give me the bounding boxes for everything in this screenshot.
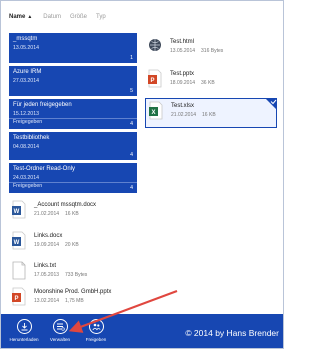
svg-text:P: P [150, 78, 154, 84]
file-size: 36 KB [201, 80, 215, 86]
word-file-icon: W [12, 231, 26, 250]
file-name: Test.pptx [170, 71, 195, 77]
file-date: 18.09.2014 [170, 80, 196, 86]
file-meta: 21.02.2014 16 KB [171, 112, 216, 118]
word-file-icon: W [12, 200, 26, 219]
svg-text:W: W [14, 240, 20, 246]
svg-text:X: X [151, 110, 155, 116]
file-item[interactable]: P Test.pptx 18.09.2014 36 KB [145, 67, 277, 97]
svg-text:W: W [14, 209, 20, 215]
file-size: 316 Bytes [201, 48, 224, 54]
powerpoint-file-icon: P [148, 69, 162, 88]
file-meta: 17.05.2013 733 Bytes [34, 272, 87, 278]
folder-tile[interactable]: Testbibliothek 04.08.2014 4 [9, 132, 137, 160]
folder-item-count: 5 [130, 88, 133, 94]
skydrive-window: Name ▲ Datum Größe Typ _mssqtm 13.05.201… [0, 0, 284, 349]
folder-item-count: 4 [130, 152, 133, 158]
file-item[interactable]: Test.html 13.05.2014 316 Bytes [145, 35, 277, 65]
file-meta: 21.02.2014 16 KB [34, 211, 79, 217]
manage-label: Verwalten [49, 337, 71, 342]
folder-date: 24.03.2014 [13, 175, 39, 181]
file-item[interactable]: P Moonshine Prod. GmbH.pptx 13.02.2014 1,… [9, 285, 141, 315]
sort-by-date[interactable]: Datum [43, 14, 61, 20]
folder-shared-status: Freigegeben [13, 119, 43, 125]
share-icon [88, 319, 104, 334]
sort-caret-icon: ▲ [27, 14, 33, 20]
file-date: 19.09.2014 [34, 242, 60, 248]
selected-check-icon [265, 98, 277, 110]
file-name: _Account mssqtm.docx [34, 202, 97, 208]
folder-name: Für jeden freigegeben [13, 102, 72, 108]
file-item[interactable]: W _Account mssqtm.docx 21.02.2014 16 KB [9, 198, 141, 228]
folder-date: 04.08.2014 [13, 144, 39, 150]
folder-date: 27.03.2014 [13, 78, 39, 84]
file-size: 733 Bytes [65, 272, 88, 278]
file-size: 20 KB [65, 242, 79, 248]
file-size: 1,75 MB [65, 298, 84, 304]
html-file-icon [149, 39, 161, 51]
share-label: Freigeben [85, 337, 107, 342]
folder-name: Azure IRM [13, 69, 42, 75]
file-meta: 13.02.2014 1,75 MB [34, 298, 84, 304]
file-meta: 13.05.2014 316 Bytes [170, 48, 223, 54]
file-date: 13.02.2014 [34, 298, 60, 304]
file-date: 21.02.2014 [34, 211, 60, 217]
sort-bar: Name ▲ Datum Größe Typ [9, 14, 115, 20]
folder-date: 13.05.2014 [13, 45, 39, 51]
file-date: 17.05.2013 [34, 272, 60, 278]
folder-tile[interactable]: _mssqtm 13.05.2014 1 [9, 33, 137, 63]
svg-text:P: P [14, 296, 18, 302]
copyright-text: © 2014 by Hans Brender [185, 328, 279, 338]
file-name: Links.txt [34, 263, 57, 269]
download-button[interactable]: Herunterladen [4, 318, 44, 348]
folder-name: Testbibliothek [13, 135, 50, 141]
file-date: 21.02.2014 [171, 112, 197, 118]
folder-item-count: 1 [130, 55, 133, 61]
file-name: Test.xlsx [171, 103, 195, 109]
file-size: 16 KB [202, 112, 216, 118]
folder-tile[interactable]: Für jeden freigegeben 15.12.2013 Freigeg… [9, 99, 137, 129]
file-date: 13.05.2014 [170, 48, 196, 54]
folder-shared-status: Freigegeben [13, 183, 43, 189]
folder-name: _mssqtm [13, 36, 38, 42]
folder-date: 15.12.2013 [13, 111, 39, 117]
share-button[interactable]: Freigeben [76, 318, 116, 348]
sort-by-name[interactable]: Name [9, 14, 25, 20]
sort-by-type[interactable]: Typ [96, 14, 106, 20]
file-meta: 19.09.2014 20 KB [34, 242, 79, 248]
folder-name: Test-Ordner Read-Only [13, 166, 76, 172]
file-name: Moonshine Prod. GmbH.pptx [34, 289, 112, 295]
file-item[interactable]: W Links.docx 19.09.2014 20 KB [9, 229, 141, 259]
excel-file-icon: X [149, 101, 163, 120]
manage-button[interactable]: Verwalten [40, 318, 80, 348]
folder-tile[interactable]: Azure IRM 27.03.2014 5 [9, 66, 137, 96]
powerpoint-file-icon: P [12, 287, 26, 306]
sort-by-size[interactable]: Größe [70, 14, 87, 20]
folder-item-count: 4 [130, 185, 133, 191]
download-icon [16, 319, 32, 334]
folder-tile[interactable]: Test-Ordner Read-Only 24.03.2014 Freigeg… [9, 163, 137, 193]
folder-item-count: 4 [130, 121, 133, 127]
file-size: 16 KB [65, 211, 79, 217]
file-name: Test.html [170, 39, 195, 45]
file-item-selected[interactable]: X Test.xlsx 21.02.2014 16 KB [145, 98, 277, 128]
manage-icon [52, 319, 68, 334]
file-meta: 18.09.2014 36 KB [170, 80, 215, 86]
file-name: Links.docx [34, 233, 63, 239]
download-label: Herunterladen [9, 337, 39, 342]
text-file-icon [12, 261, 26, 280]
app-bar: Herunterladen Verwalten Freigeben © 2014… [1, 314, 283, 348]
